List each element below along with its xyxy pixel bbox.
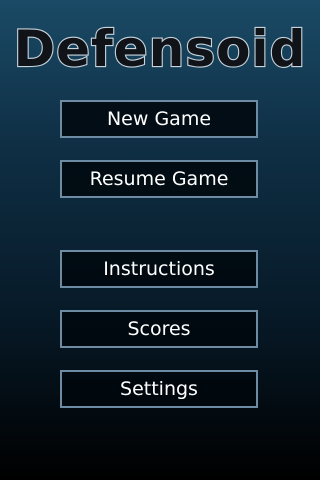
game-logo: Defensoid — [0, 18, 320, 78]
new-game-button[interactable]: New Game — [60, 100, 258, 138]
scores-button[interactable]: Scores — [60, 310, 258, 348]
logo-title: Defensoid — [14, 20, 307, 78]
resume-game-button[interactable]: Resume Game — [60, 160, 258, 198]
settings-button[interactable]: Settings — [60, 370, 258, 408]
instructions-button[interactable]: Instructions — [60, 250, 258, 288]
logo-svg: Defensoid — [13, 19, 307, 78]
